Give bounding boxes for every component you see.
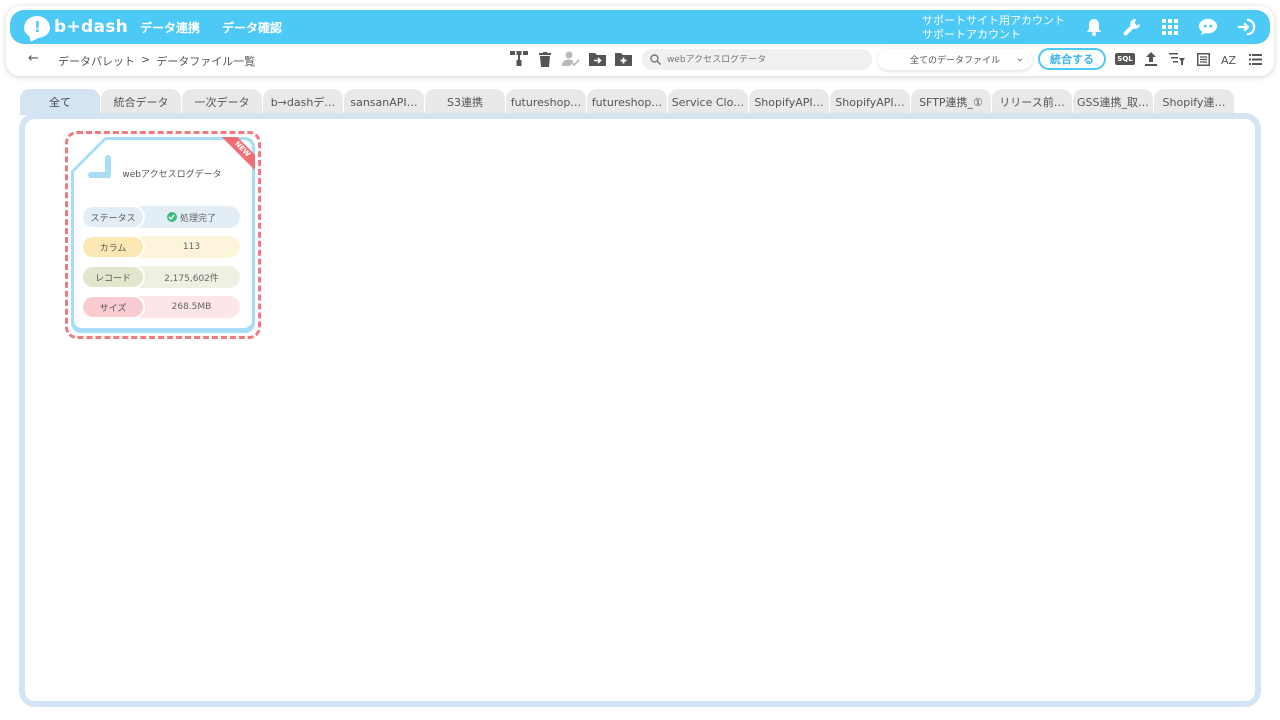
records-value: 2,175,602件 <box>164 273 219 284</box>
card-row-columns: カラム 113 <box>82 236 240 258</box>
merge-button[interactable]: 統合する <box>1038 48 1106 70</box>
card-row-size: サイズ 268.5MB <box>82 296 240 318</box>
list-filter-icon[interactable] <box>1168 50 1186 68</box>
tab-sansan-api[interactable]: sansanAPI… <box>344 89 424 115</box>
grid-icon[interactable] <box>1160 17 1180 37</box>
tab-pre-release[interactable]: リリース前… <box>992 89 1072 115</box>
top-icons <box>1084 13 1256 41</box>
account-info[interactable]: サポートサイト用アカウント サポートアカウント <box>922 14 1065 42</box>
card-row-status: ステータス 処理完了 <box>82 206 240 228</box>
card-row-records: レコード 2,175,602件 <box>82 266 240 288</box>
card-title: webアクセスログデータ <box>122 170 222 180</box>
nav-data-integration[interactable]: データ連携 <box>140 19 200 36</box>
top-bar: ! b+dash データ連携 データ確認 サポートサイト用アカウント サポートア… <box>10 10 1270 44</box>
tab-shopify-api-2[interactable]: ShopifyAPI… <box>830 89 910 115</box>
file-corner-icon <box>88 155 111 178</box>
svg-text:AZ: AZ <box>1221 54 1237 66</box>
file-filter-select[interactable]: 全てのデータファイル ⌄ <box>878 49 1032 70</box>
file-filter-value: 全てのデータファイル <box>909 56 1000 66</box>
tab-futureshop-2[interactable]: futureshop… <box>587 89 667 115</box>
nav-data-check[interactable]: データ確認 <box>222 19 282 36</box>
logout-icon[interactable] <box>1236 17 1256 37</box>
search-input[interactable] <box>667 54 857 65</box>
table-view-icon[interactable] <box>1194 50 1212 68</box>
size-value: 268.5MB <box>171 302 212 312</box>
tab-service-cloud[interactable]: Service Clo… <box>668 89 748 115</box>
wrench-icon[interactable] <box>1122 17 1142 37</box>
columns-value: 113 <box>182 242 201 252</box>
status-value: 処理完了 <box>143 211 240 224</box>
header: ! b+dash データ連携 データ確認 サポートサイト用アカウント サポートア… <box>6 6 1274 76</box>
trash-icon[interactable] <box>536 50 554 68</box>
move-folder-icon[interactable] <box>588 50 606 68</box>
tab-sftp[interactable]: SFTP連携_① <box>911 89 991 115</box>
bell-icon[interactable] <box>1084 17 1104 37</box>
tab-bdash[interactable]: b→dashデ… <box>263 89 343 115</box>
breadcrumb-current: データファイル一覧 <box>156 55 256 68</box>
tab-gss[interactable]: GSS連携_取… <box>1073 89 1153 115</box>
sub-bar: ← データパレット > データファイル一覧 webアクセスログデータ 全てのデー… <box>10 46 1270 74</box>
add-folder-icon[interactable] <box>614 50 632 68</box>
tab-s3[interactable]: S3連携 <box>425 89 505 115</box>
file-tools <box>510 50 632 68</box>
status-label: ステータス <box>83 207 143 227</box>
columns-label: カラム <box>83 237 143 257</box>
tab-shopify-api-1[interactable]: ShopifyAPI… <box>749 89 829 115</box>
view-tools: SQL AZ <box>1115 50 1264 68</box>
tab-all[interactable]: 全て <box>20 89 100 115</box>
logo-bubble-icon: ! <box>24 16 50 38</box>
sql-icon[interactable]: SQL <box>1115 50 1135 68</box>
breadcrumb-separator: > <box>141 53 151 66</box>
back-button[interactable]: ← <box>28 51 39 66</box>
category-tabs: 全て 統合データ 一次データ b→dashデ… sansanAPI… S3連携 … <box>20 89 1234 115</box>
logo-text: b+dash <box>54 17 129 37</box>
search-box <box>642 49 872 70</box>
check-circle-icon <box>166 212 177 222</box>
new-badge: NEW <box>222 137 255 170</box>
hierarchy-icon[interactable] <box>510 50 528 68</box>
main-nav: データ連携 データ確認 <box>140 10 282 44</box>
tab-shopify[interactable]: Shopify連… <box>1154 89 1234 115</box>
tab-primary-data[interactable]: 一次データ <box>182 89 262 115</box>
search-icon <box>650 54 661 65</box>
tab-integrated-data[interactable]: 統合データ <box>101 89 181 115</box>
account-line2: サポートアカウント <box>922 28 1021 41</box>
sort-az-icon[interactable]: AZ <box>1220 50 1238 68</box>
user-check-icon[interactable] <box>562 50 580 68</box>
tab-futureshop-1[interactable]: futureshop… <box>506 89 586 115</box>
upload-icon[interactable] <box>1142 50 1160 68</box>
breadcrumb-data-palette[interactable]: データパレット <box>58 53 135 69</box>
logo[interactable]: ! b+dash <box>24 14 128 40</box>
account-line1: サポートサイト用アカウント <box>922 14 1065 27</box>
list-view-icon[interactable] <box>1246 50 1264 68</box>
chat-icon[interactable] <box>1198 17 1218 37</box>
size-label: サイズ <box>83 297 143 317</box>
breadcrumb: データパレット > データファイル一覧 <box>58 53 255 69</box>
records-label: レコード <box>83 267 143 287</box>
chevron-down-icon: ⌄ <box>1015 53 1024 64</box>
